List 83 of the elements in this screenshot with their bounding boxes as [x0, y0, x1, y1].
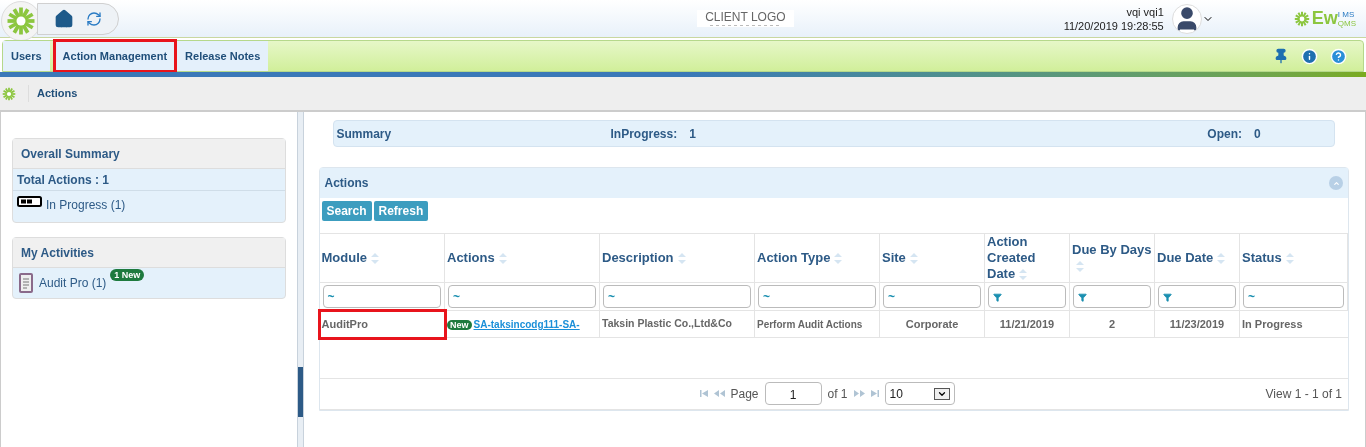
action-link[interactable]: SA-taksincodg111-SA-: [473, 318, 580, 330]
summary-label: Summary: [336, 125, 392, 143]
filter-icon[interactable]: [1078, 293, 1087, 302]
column-header[interactable]: Due Date: [1154, 233, 1240, 283]
menu-tab[interactable]: Action Management: [54, 41, 176, 71]
sort-icon[interactable]: [1217, 253, 1226, 265]
filter-icon[interactable]: [993, 293, 1002, 302]
filter-field[interactable]: ~: [1243, 285, 1344, 308]
refresh-icon[interactable]: [86, 10, 102, 27]
summary-value: 1: [689, 125, 697, 143]
summary-value: 0: [1254, 125, 1262, 143]
sort-icon[interactable]: [1019, 269, 1028, 281]
first-page-icon[interactable]: [699, 390, 708, 397]
page-field[interactable]: 1: [764, 382, 822, 405]
table-cell: Taksin Plastic Co.,Ltd&Co: [599, 310, 755, 338]
help-icon[interactable]: [1330, 47, 1347, 65]
column-header[interactable]: Module: [319, 233, 445, 283]
card-title: My Activities: [13, 238, 285, 268]
pin-icon[interactable]: [1273, 48, 1289, 64]
page-count: of 1: [827, 385, 848, 403]
column-header[interactable]: Status: [1239, 233, 1348, 283]
menu-tab[interactable]: Release Notes: [177, 41, 269, 71]
table-cell: 11/23/2019: [1154, 310, 1240, 338]
total-actions: Total Actions : 1: [13, 169, 285, 191]
snowflake-icon: [2, 86, 16, 101]
logo-underline-icon: [710, 24, 781, 27]
menu-tab[interactable]: Users: [3, 41, 50, 71]
filter-field[interactable]: [1073, 285, 1151, 308]
client-logo: CLIENT LOGO: [697, 10, 794, 27]
chevron-up-icon: [1332, 179, 1340, 187]
column-header[interactable]: Actions: [444, 233, 600, 283]
breadcrumb-link[interactable]: Actions: [28, 85, 78, 102]
new-badge: 1 New: [110, 269, 145, 281]
table-cell: Corporate: [879, 310, 985, 338]
activity-link[interactable]: Audit Pro (1): [39, 274, 107, 292]
summary-label: InProgress:: [610, 125, 678, 143]
sort-icon[interactable]: [371, 253, 379, 265]
new-badge: New: [447, 319, 472, 330]
user-name: vqi vqi1: [1126, 4, 1164, 19]
collapse-button[interactable]: [1329, 176, 1343, 190]
clipboard-icon: [17, 271, 35, 295]
sort-icon[interactable]: [1076, 261, 1084, 273]
view-count: View 1 - 1 of 1: [1265, 385, 1342, 403]
panel-title: Actions: [324, 175, 369, 192]
card-title: Overall Summary: [13, 139, 285, 169]
splitter[interactable]: [296, 112, 304, 447]
snowflake-logo-icon: [6, 5, 36, 36]
filter-field[interactable]: [988, 285, 1066, 308]
filter-field[interactable]: ~: [448, 285, 596, 308]
table-cell: Perform Audit Actions: [754, 310, 880, 338]
column-header[interactable]: Site: [879, 233, 985, 283]
date-time: 11/20/2019 19:28:55: [1063, 18, 1164, 33]
filter-field[interactable]: [1158, 285, 1236, 308]
table-cell: 2: [1069, 310, 1155, 338]
table-cell: 11/21/2019: [984, 310, 1070, 338]
previous-page-icon[interactable]: [713, 390, 725, 397]
table-cell: AuditPro: [319, 310, 445, 338]
filter-field[interactable]: ~: [322, 285, 441, 308]
home-icon[interactable]: [54, 8, 74, 29]
filter-field[interactable]: ~: [758, 285, 876, 308]
progress-icon: [17, 196, 42, 207]
column-header[interactable]: Action Type: [754, 233, 880, 283]
status-link[interactable]: In Progress (1): [46, 196, 126, 214]
info-icon[interactable]: [1301, 47, 1318, 65]
next-page-icon[interactable]: [853, 390, 865, 397]
sort-icon[interactable]: [834, 253, 843, 265]
column-header[interactable]: Description: [599, 233, 755, 283]
snowflake-icon: [1293, 10, 1310, 27]
table-cell: In Progress: [1239, 310, 1348, 338]
filter-field[interactable]: ~: [603, 285, 751, 308]
last-page-icon[interactable]: [870, 390, 879, 397]
sort-icon[interactable]: [498, 253, 507, 265]
filter-icon[interactable]: [1163, 293, 1172, 302]
column-header[interactable]: Due By Days: [1069, 233, 1155, 283]
filter-field[interactable]: ~: [883, 285, 981, 308]
avatar-icon[interactable]: [1171, 3, 1202, 34]
page-size-select[interactable]: 10: [884, 382, 955, 405]
sort-icon[interactable]: [1285, 253, 1294, 265]
sort-icon[interactable]: [677, 253, 686, 265]
column-header[interactable]: Action Created Date: [984, 233, 1070, 283]
page-label: Page: [730, 385, 759, 403]
sort-icon[interactable]: [909, 253, 918, 265]
summary-label: Open:: [1207, 125, 1242, 143]
